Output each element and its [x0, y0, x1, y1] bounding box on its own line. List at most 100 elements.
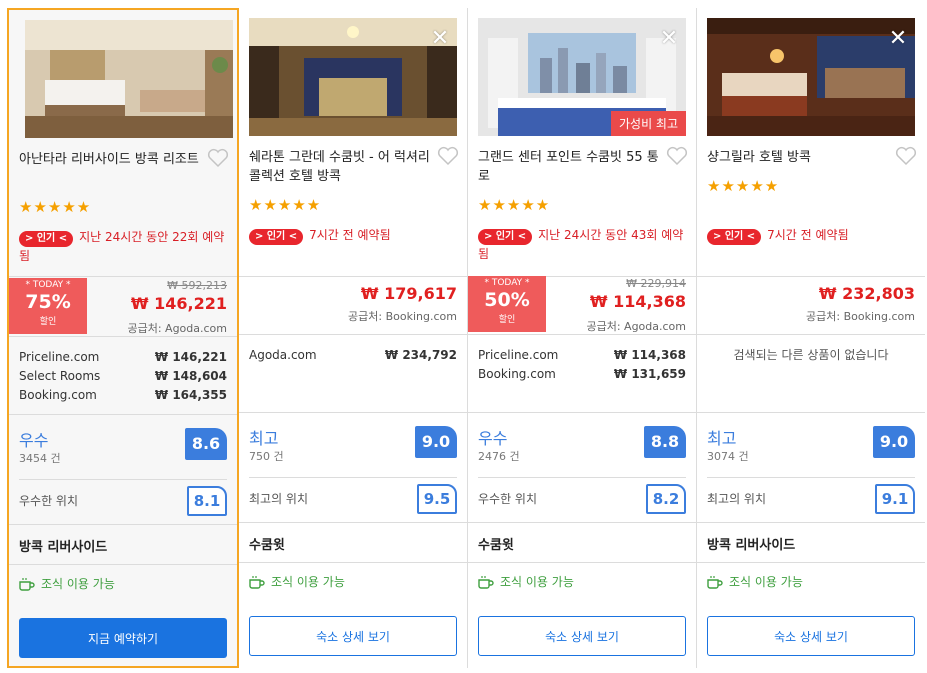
divider	[468, 412, 696, 413]
offer-site: Booking.com	[478, 367, 556, 381]
location-label: 우수한 위치	[19, 494, 79, 508]
divider	[468, 334, 696, 335]
offer-row[interactable]: Priceline.com ₩ 146,221	[19, 348, 227, 367]
hotel-card[interactable]: ✕ 샹그릴라 호텔 방콕 ★★★★★ > 인기 < 7시간 전 예약됨 ₩ 232…	[697, 8, 925, 668]
area-name: 수쿰윗	[249, 538, 285, 553]
star-rating: ★★★★★	[478, 196, 551, 214]
offer-row[interactable]: Booking.com ₩ 164,355	[19, 386, 227, 405]
popular-text: 7시간 전 예약됨	[767, 228, 849, 242]
divider	[468, 562, 696, 563]
heart-icon[interactable]	[666, 146, 688, 166]
close-icon[interactable]: ✕	[658, 28, 680, 50]
hotel-card[interactable]: ✕ 쉐라톤 그란데 수쿰빗 - 어 럭셔리 콜렉션 호텔 방콕 ★★★★★ > …	[239, 8, 468, 668]
hotel-name[interactable]: 쉐라톤 그란데 수쿰빗 - 어 럭셔리 콜렉션 호텔 방콕	[249, 148, 437, 186]
close-icon[interactable]: ✕	[887, 28, 909, 50]
popular-badge: > 인기 <	[249, 229, 304, 245]
star-rating: ★★★★★	[707, 177, 780, 195]
review-score: 9.0	[415, 426, 457, 458]
hotel-name[interactable]: 그랜드 센터 포인트 수쿰빗 55 통로	[478, 148, 666, 186]
heart-icon[interactable]	[437, 146, 459, 166]
offer-row[interactable]: Booking.com ₩ 131,659	[478, 365, 686, 384]
other-offers: Agoda.com ₩ 234,792	[249, 346, 457, 365]
heart-icon[interactable]	[895, 146, 917, 166]
breakfast-text: 조식 이용 가능	[500, 575, 574, 589]
heart-icon[interactable]	[207, 148, 229, 168]
hotel-name[interactable]: 아난타라 리버사이드 방콕 리조트	[19, 150, 207, 169]
divider	[697, 412, 925, 413]
original-price: ₩ 592,213	[167, 279, 227, 292]
offer-price: ₩ 164,355	[154, 388, 227, 402]
offer-price: ₩ 148,604	[154, 369, 227, 383]
book-now-button[interactable]: 지금 예약하기	[19, 618, 227, 658]
divider	[249, 477, 457, 478]
offer-price: ₩ 131,659	[613, 367, 686, 381]
supplier: 공급처: Agoda.com	[586, 320, 686, 333]
divider	[239, 334, 467, 335]
view-details-button[interactable]: 숙소 상세 보기	[707, 616, 915, 656]
close-icon[interactable]: ✕	[429, 28, 451, 50]
review-label: 최고	[707, 429, 737, 448]
offer-site: Select Rooms	[19, 369, 101, 383]
review-label: 우수	[19, 431, 49, 450]
hotel-card[interactable]: ✕ 가성비 최고 그랜드 센터 포인트 수쿰빗 55 통로 ★★★★★ > 인기…	[468, 8, 697, 668]
star-rating: ★★★★★	[19, 198, 92, 216]
breakfast-text: 조식 이용 가능	[271, 575, 345, 589]
hotel-photo[interactable]	[25, 20, 233, 138]
divider	[697, 334, 925, 335]
breakfast-info: 조식 이용 가능	[707, 573, 803, 590]
breakfast-info: 조식 이용 가능	[19, 575, 115, 592]
price[interactable]: ₩ 179,617	[361, 284, 457, 303]
review-score: 8.6	[185, 428, 227, 460]
divider	[19, 479, 227, 480]
offer-row[interactable]: Select Rooms ₩ 148,604	[19, 367, 227, 386]
breakfast-info: 조식 이용 가능	[249, 573, 345, 590]
coffee-cup-icon	[707, 575, 723, 589]
popular-badge: > 인기 <	[19, 231, 74, 247]
area-name: 수쿰윗	[478, 538, 514, 553]
divider	[478, 477, 686, 478]
review-label: 최고	[249, 429, 279, 448]
hotel-card[interactable]: 아난타라 리버사이드 방콕 리조트 ★★★★★ > 인기 < 지난 24시간 동안…	[7, 8, 239, 668]
popular-badge: > 인기 <	[707, 229, 762, 245]
price[interactable]: ₩ 232,803	[819, 284, 915, 303]
review-count: 3454 건	[19, 452, 61, 465]
hotel-comparison: 아난타라 리버사이드 방콕 리조트 ★★★★★ > 인기 < 지난 24시간 동안…	[0, 0, 927, 673]
offer-row[interactable]: Priceline.com ₩ 114,368	[478, 346, 686, 365]
other-offers: Priceline.com ₩ 146,221 Select Rooms ₩ 148…	[19, 348, 227, 405]
breakfast-text: 조식 이용 가능	[41, 577, 115, 591]
popular-notice: > 인기 < 7시간 전 예약됨	[707, 226, 917, 245]
hotel-photo[interactable]: ✕ 가성비 최고	[478, 18, 686, 136]
hotel-photo[interactable]: ✕	[249, 18, 457, 136]
price[interactable]: ₩ 114,368	[590, 292, 686, 311]
area-name: 방콕 리버사이드	[19, 540, 108, 555]
divider	[468, 522, 696, 523]
breakfast-text: 조식 이용 가능	[729, 575, 803, 589]
supplier: 공급처: Agoda.com	[127, 322, 227, 335]
star-rating: ★★★★★	[249, 196, 322, 214]
divider	[239, 412, 467, 413]
deal-badge: * TODAY * 50% 할인	[468, 276, 546, 332]
offer-price: ₩ 146,221	[154, 350, 227, 364]
view-details-button[interactable]: 숙소 상세 보기	[478, 616, 686, 656]
best-value-badge: 가성비 최고	[610, 111, 686, 136]
view-details-button[interactable]: 숙소 상세 보기	[249, 616, 457, 656]
coffee-cup-icon	[19, 577, 35, 591]
review-label: 우수	[478, 429, 508, 448]
other-offers: Priceline.com ₩ 114,368 Booking.com ₩ 131,…	[478, 346, 686, 384]
hotel-photo[interactable]: ✕	[707, 18, 915, 136]
offer-row[interactable]: Agoda.com ₩ 234,792	[249, 346, 457, 365]
divider	[239, 562, 467, 563]
hotel-name[interactable]: 샹그릴라 호텔 방콕	[707, 148, 895, 167]
location-label: 우수한 위치	[478, 492, 538, 506]
price[interactable]: ₩ 146,221	[131, 294, 227, 313]
supplier: 공급처: Booking.com	[348, 310, 457, 323]
deal-sub: 할인	[498, 315, 516, 325]
deal-percent: 75%	[25, 291, 71, 313]
deal-percent: 50%	[484, 289, 530, 311]
area-name: 방콕 리버사이드	[707, 538, 796, 553]
location-score: 9.5	[417, 484, 457, 514]
deal-label: * TODAY *	[25, 280, 71, 290]
review-count: 2476 건	[478, 450, 520, 463]
no-other-offers: 검색되는 다른 상품이 없습니다	[733, 348, 889, 362]
breakfast-info: 조식 이용 가능	[478, 573, 574, 590]
